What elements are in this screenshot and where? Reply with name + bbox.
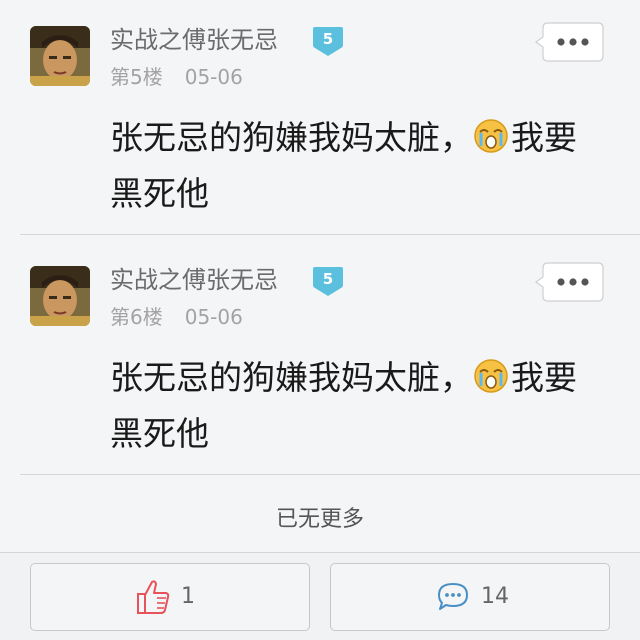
- username[interactable]: 实战之傅张无忌: [110, 24, 278, 56]
- post-meta: 第5楼 05-06: [110, 63, 243, 91]
- more-options-button[interactable]: [534, 262, 604, 302]
- level-badge: 5: [311, 265, 345, 298]
- thumbs-up-icon: [135, 578, 171, 620]
- divider: [20, 234, 640, 235]
- like-button[interactable]: 1: [30, 563, 310, 631]
- floor-label: 第6楼: [110, 305, 163, 329]
- crying-face-icon: [473, 355, 509, 393]
- reply-content: 张无忌的狗嫌我妈太脏， 我要黑死他: [110, 110, 600, 222]
- post-meta: 第6楼 05-06: [110, 303, 243, 331]
- comment-bubble-icon: [435, 578, 471, 620]
- floor-label: 第5楼: [110, 65, 163, 89]
- level-number: 5: [322, 270, 334, 288]
- bottom-action-bar: 1 14: [0, 552, 640, 640]
- like-count: 1: [181, 584, 195, 609]
- reply-text: 张无忌的狗嫌我妈太脏，: [110, 358, 473, 397]
- divider: [20, 474, 640, 475]
- no-more-label: 已无更多: [275, 507, 364, 532]
- post-date: 05-06: [184, 65, 243, 89]
- avatar[interactable]: [30, 26, 90, 86]
- level-badge: 5: [311, 25, 345, 58]
- post-date: 05-06: [184, 305, 243, 329]
- reply-text: 张无忌的狗嫌我妈太脏，: [110, 118, 473, 157]
- post-detail-page: 实战之傅张无忌 5 第5楼 05-06 张无忌的狗嫌我妈太脏， 我要黑死他 实战…: [0, 0, 640, 640]
- avatar[interactable]: [30, 266, 90, 326]
- level-number: 5: [322, 30, 334, 48]
- reply-content: 张无忌的狗嫌我妈太脏， 我要黑死他: [110, 350, 600, 462]
- username[interactable]: 实战之傅张无忌: [110, 264, 278, 296]
- crying-face-icon: [473, 115, 509, 153]
- more-options-button[interactable]: [534, 22, 604, 62]
- comment-count: 14: [481, 584, 509, 609]
- comment-button[interactable]: 14: [330, 563, 610, 631]
